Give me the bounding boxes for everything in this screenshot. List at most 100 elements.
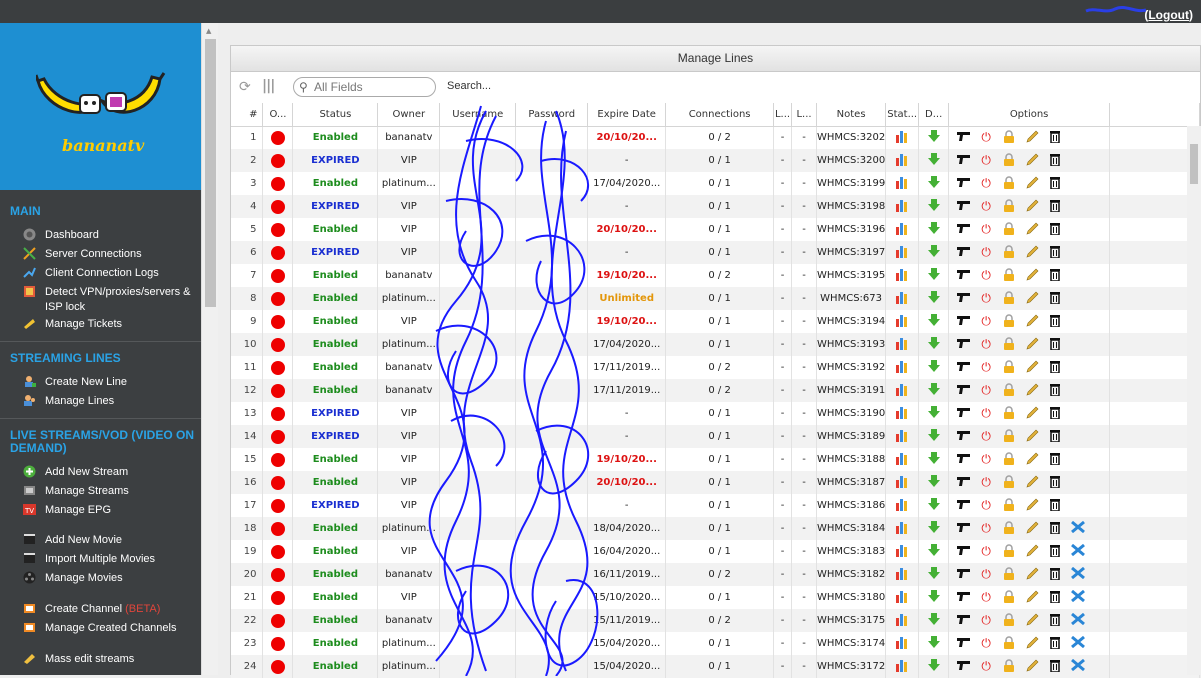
edit-icon[interactable] xyxy=(1024,544,1040,560)
power-icon[interactable]: ⏻ xyxy=(978,406,994,421)
columns-icon[interactable]: ||| xyxy=(262,78,275,94)
stats-icon[interactable] xyxy=(895,290,909,304)
kick-icon[interactable] xyxy=(955,268,971,283)
stats-icon[interactable] xyxy=(895,612,909,626)
table-row[interactable]: 20 Enabled bananatv 16/11/2019... 0 / 2- - WHM… xyxy=(231,563,1200,586)
sidebar-item-manage-movies[interactable]: Manage Movies xyxy=(22,571,123,586)
power-icon[interactable]: ⏻ xyxy=(978,429,994,444)
delete-icon[interactable] xyxy=(1047,521,1063,537)
kick-icon[interactable] xyxy=(955,406,971,421)
table-row[interactable]: 17 EXPIRED VIP -0 / 1- - WHMCS:3186 ⏻ xyxy=(231,494,1200,517)
unlink-icon[interactable] xyxy=(1070,566,1086,582)
table-row[interactable]: 10 Enabled platinum... 17/04/2020... 0 / 1--… xyxy=(231,333,1200,356)
table-row[interactable]: 18 Enabled platinum... 18/04/2020... 0 / 1--… xyxy=(231,517,1200,540)
lock-icon[interactable] xyxy=(1001,336,1017,353)
sidebar-item-client-connection-logs[interactable]: Client Connection Logs xyxy=(22,266,159,281)
sidebar-item-mass-edit-streams[interactable]: Mass edit streams xyxy=(22,652,134,667)
sidebar-item-manage-tickets[interactable]: Manage Tickets xyxy=(22,317,122,332)
page-scrollbar-thumb[interactable] xyxy=(205,39,216,307)
unlink-icon[interactable] xyxy=(1070,589,1086,605)
download-icon[interactable] xyxy=(927,152,941,166)
kick-icon[interactable] xyxy=(955,291,971,306)
power-icon[interactable]: ⏻ xyxy=(978,245,994,260)
kick-icon[interactable] xyxy=(955,475,971,490)
lock-icon[interactable] xyxy=(1001,382,1017,399)
kick-icon[interactable] xyxy=(955,222,971,237)
download-icon[interactable] xyxy=(927,589,941,603)
power-icon[interactable]: ⏻ xyxy=(978,268,994,283)
stats-icon[interactable] xyxy=(895,129,909,144)
delete-icon[interactable] xyxy=(1047,613,1063,629)
table-row[interactable]: 1 Enabled bananatv 20/10/20... 0 / 2- - WHMCS:… xyxy=(231,126,1200,149)
edit-icon[interactable] xyxy=(1024,498,1040,514)
kick-icon[interactable] xyxy=(955,567,971,582)
lock-icon[interactable] xyxy=(1001,405,1017,422)
lock-icon[interactable] xyxy=(1001,244,1017,261)
kick-icon[interactable] xyxy=(955,176,971,191)
lock-icon[interactable] xyxy=(1001,428,1017,445)
edit-icon[interactable] xyxy=(1024,268,1040,284)
edit-icon[interactable] xyxy=(1024,590,1040,606)
download-icon[interactable] xyxy=(927,543,941,557)
table-row[interactable]: 7 Enabled bananatv 19/10/20... 0 / 2- - WHMCS:… xyxy=(231,264,1200,287)
stats-icon[interactable] xyxy=(895,405,909,419)
edit-icon[interactable] xyxy=(1024,176,1040,192)
kick-icon[interactable] xyxy=(955,383,971,398)
unlink-icon[interactable] xyxy=(1070,543,1086,559)
table-row[interactable]: 5 Enabled VIP 20/10/20... 0 / 1- - WHMCS:3196 ⏻ xyxy=(231,218,1200,241)
delete-icon[interactable] xyxy=(1047,268,1063,284)
sidebar-item-create-channel[interactable]: Create Channel (BETA) xyxy=(22,602,160,617)
col-header-expire-date[interactable]: Expire Date xyxy=(587,103,667,127)
lock-icon[interactable] xyxy=(1001,313,1017,330)
edit-icon[interactable] xyxy=(1024,521,1040,537)
delete-icon[interactable] xyxy=(1047,222,1063,238)
edit-icon[interactable] xyxy=(1024,199,1040,215)
delete-icon[interactable] xyxy=(1047,383,1063,399)
scroll-up-icon[interactable]: ▲ xyxy=(206,27,211,35)
power-icon[interactable]: ⏻ xyxy=(978,636,994,651)
table-row[interactable]: 19 Enabled VIP 16/04/2020... 0 / 1- - WHMCS:31… xyxy=(231,540,1200,563)
edit-icon[interactable] xyxy=(1024,314,1040,330)
table-row[interactable]: 2 EXPIRED VIP -0 / 1- - WHMCS:3200 ⏻ xyxy=(231,149,1200,172)
unlink-icon[interactable] xyxy=(1070,612,1086,628)
search-input[interactable]: ⚲ All Fields xyxy=(293,77,436,97)
stats-icon[interactable] xyxy=(895,451,909,465)
power-icon[interactable]: ⏻ xyxy=(978,176,994,191)
download-icon[interactable] xyxy=(927,520,941,534)
download-icon[interactable] xyxy=(927,336,941,350)
edit-icon[interactable] xyxy=(1024,452,1040,468)
sidebar-item-add-new-movie[interactable]: Add New Movie xyxy=(22,533,122,548)
stats-icon[interactable] xyxy=(895,175,909,189)
col-header-options[interactable]: Options xyxy=(948,103,1111,127)
download-icon[interactable] xyxy=(927,428,941,442)
kick-icon[interactable] xyxy=(955,590,971,605)
download-icon[interactable] xyxy=(927,129,941,143)
table-row[interactable]: 9 Enabled VIP 19/10/20... 0 / 1- - WHMCS:3194 ⏻ xyxy=(231,310,1200,333)
download-icon[interactable] xyxy=(927,359,941,373)
table-scrollbar-thumb[interactable] xyxy=(1190,144,1198,184)
sidebar-item-add-new-stream[interactable]: Add New Stream xyxy=(22,465,128,480)
lock-icon[interactable] xyxy=(1001,290,1017,307)
table-row[interactable]: 11 Enabled bananatv 17/11/2019... 0 / 2- - WHM… xyxy=(231,356,1200,379)
download-icon[interactable] xyxy=(927,451,941,465)
download-icon[interactable] xyxy=(927,175,941,189)
lock-icon[interactable] xyxy=(1001,543,1017,560)
kick-icon[interactable] xyxy=(955,199,971,214)
download-icon[interactable] xyxy=(927,198,941,212)
table-row[interactable]: 23 Enabled platinum... 15/04/2020... 0 / 1--… xyxy=(231,632,1200,655)
edit-icon[interactable] xyxy=(1024,245,1040,261)
table-scrollbar[interactable] xyxy=(1187,126,1201,675)
table-row[interactable]: 21 Enabled VIP 15/10/2020... 0 / 1- - WHMCS:31… xyxy=(231,586,1200,609)
col-header-online[interactable]: O... xyxy=(262,103,294,127)
sidebar-item-detect-vpn[interactable]: Detect VPN/proxies/servers & ISP lock xyxy=(22,285,197,315)
download-icon[interactable] xyxy=(927,566,941,580)
stats-icon[interactable] xyxy=(895,520,909,534)
delete-icon[interactable] xyxy=(1047,567,1063,583)
power-icon[interactable]: ⏻ xyxy=(978,153,994,168)
download-icon[interactable] xyxy=(927,405,941,419)
col-header-index[interactable]: # xyxy=(231,103,264,127)
unlink-icon[interactable] xyxy=(1070,658,1086,674)
kick-icon[interactable] xyxy=(955,314,971,329)
delete-icon[interactable] xyxy=(1047,314,1063,330)
download-icon[interactable] xyxy=(927,244,941,258)
